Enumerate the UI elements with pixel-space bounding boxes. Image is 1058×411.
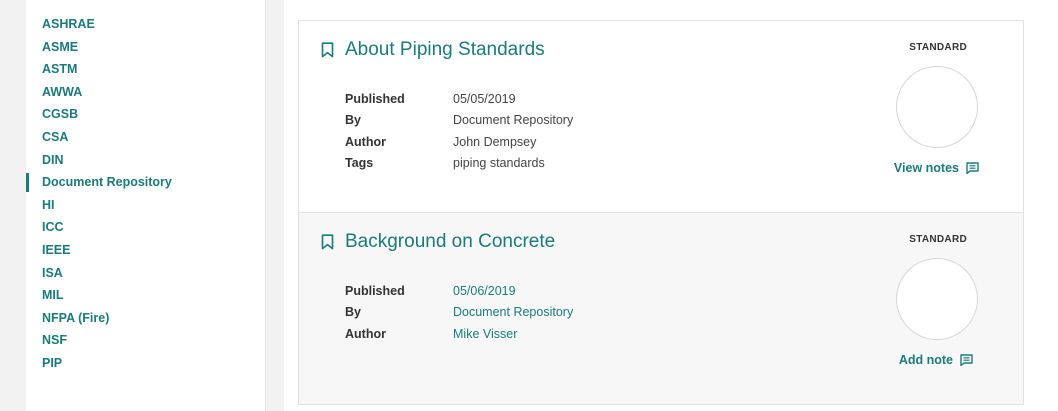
notes-icon [960,354,973,366]
sidebar-item-asme[interactable]: ASME [26,36,265,59]
thumbnail-circle [896,66,978,148]
meta-value-tags: piping standards [453,156,545,171]
meta-value-by[interactable]: Document Repository [453,305,573,319]
meta-label: Tags [345,156,374,171]
result-title-link[interactable]: Background on Concrete [321,231,555,253]
result-title: Background on Concrete [345,231,556,252]
meta-row-published: Published 05/06/2019 [345,280,573,302]
type-badge: STANDARD [909,42,967,53]
sidebar-item-nfpa-fire[interactable]: NFPA (Fire) [26,307,265,330]
meta-label: Published [345,283,405,298]
sidebar-item-cgsb[interactable]: CGSB [26,103,265,126]
sidebar-list: ASHRAE ASME ASTM AWWA CGSB CSA DIN Docum… [26,0,265,375]
sidebar-item-document-repository[interactable]: Document Repository [26,171,265,194]
meta-value-author[interactable]: Mike Visser [453,327,517,341]
meta-row-tags: Tags piping standards [345,153,573,175]
meta-row-published: Published 05/05/2019 [345,88,573,110]
main-content: About Piping Standards Published 05/05/2… [284,0,1058,411]
thumbnail-circle [896,258,978,340]
type-badge: STANDARD [909,234,967,245]
sidebar-item-mil[interactable]: MIL [26,284,265,307]
sidebar-item-hi[interactable]: HI [26,194,265,217]
notes-icon [966,162,979,174]
result-card: Background on Concrete Published 05/06/2… [299,213,1023,405]
sidebar-item-awwa[interactable]: AWWA [26,81,265,104]
meta-label: Author [345,326,386,341]
notes-link-label: View notes [893,161,959,175]
view-notes-link[interactable]: View notes [894,161,979,175]
meta-label: Author [345,134,386,149]
meta-label: By [345,305,361,320]
sidebar-item-ashrae[interactable]: ASHRAE [26,13,265,36]
result-meta: Published 05/06/2019 By Document Reposit… [345,280,573,345]
result-title-link[interactable]: About Piping Standards [321,39,545,61]
result-title: About Piping Standards [345,39,545,60]
sidebar: ASHRAE ASME ASTM AWWA CGSB CSA DIN Docum… [26,0,266,411]
result-card: About Piping Standards Published 05/05/2… [299,21,1023,213]
results-list: About Piping Standards Published 05/05/2… [298,20,1024,405]
meta-row-author: Author John Dempsey [345,131,573,153]
meta-label: By [345,113,361,128]
notes-link-label: Add note [898,353,953,367]
sidebar-item-din[interactable]: DIN [26,149,265,172]
meta-row-author: Author Mike Visser [345,323,573,345]
result-meta: Published 05/05/2019 By Document Reposit… [345,88,573,174]
meta-value-published: 05/06/2019 [453,283,516,298]
sidebar-item-nsf[interactable]: NSF [26,329,265,352]
bookmark-icon [321,234,334,250]
meta-value-published: 05/05/2019 [453,91,516,106]
meta-value-by: Document Repository [453,113,574,128]
sidebar-item-ieee[interactable]: IEEE [26,239,265,262]
meta-label: Published [345,91,405,106]
sidebar-item-isa[interactable]: ISA [26,262,265,285]
sidebar-item-astm[interactable]: ASTM [26,58,265,81]
sidebar-item-csa[interactable]: CSA [26,126,265,149]
sidebar-item-icc[interactable]: ICC [26,216,265,239]
sidebar-item-pip[interactable]: PIP [26,352,265,375]
add-note-link[interactable]: Add note [899,353,973,367]
meta-row-by: By Document Repository [345,302,573,324]
bookmark-icon [321,42,334,58]
meta-row-by: By Document Repository [345,110,573,132]
meta-value-author: John Dempsey [453,134,537,149]
